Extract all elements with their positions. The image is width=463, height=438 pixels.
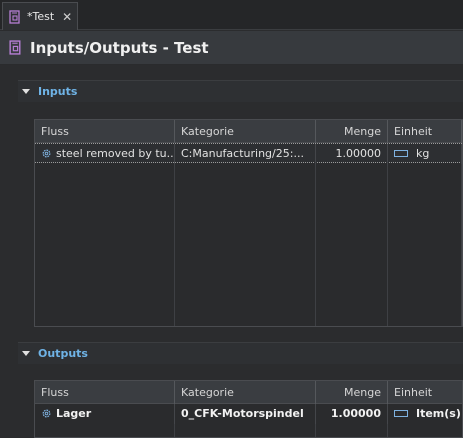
flow-cell[interactable]: Lager [35, 404, 175, 424]
column-header-fluss[interactable]: Fluss [35, 381, 175, 404]
table-row[interactable]: steel removed by tu... C:Manufacturing/2… [35, 143, 462, 164]
column-header-menge[interactable]: Menge [316, 120, 388, 143]
page-header: Inputs/Outputs - Test [0, 31, 463, 65]
process-icon [9, 40, 21, 55]
category-cell[interactable]: C:Manufacturing/25:... [175, 144, 316, 164]
ruler-icon [394, 410, 408, 417]
flow-name: Lager [56, 407, 92, 420]
unit-value: kg [416, 147, 430, 160]
process-icon [9, 9, 20, 24]
chevron-down-icon[interactable] [22, 351, 30, 356]
unit-value: Item(s) [416, 407, 461, 420]
flow-name: steel removed by tu... [56, 147, 175, 160]
column-header-fluss[interactable]: Fluss [35, 120, 175, 143]
section-outputs-title: Outputs [38, 347, 88, 360]
column-header-einheit[interactable]: Einheit [388, 381, 463, 404]
section-outputs-header[interactable]: Outputs [18, 342, 463, 364]
tab-test[interactable]: *Test ✕ [2, 2, 78, 30]
chevron-down-icon[interactable] [22, 89, 30, 94]
inputs-table[interactable]: Fluss Kategorie Menge Einheit steel remo… [34, 119, 463, 327]
unit-cell[interactable]: kg [388, 144, 462, 164]
category-cell[interactable]: 0_CFK-Motorspindel [175, 404, 316, 424]
page-title: Inputs/Outputs - Test [30, 38, 209, 57]
column-header-einheit[interactable]: Einheit [388, 120, 462, 143]
tab-label: *Test [27, 10, 55, 23]
flow-gear-icon [42, 409, 51, 418]
inputs-table-header: Fluss Kategorie Menge Einheit [35, 120, 462, 143]
section-inputs-header[interactable]: Inputs [18, 80, 463, 102]
outputs-table-header: Fluss Kategorie Menge Einheit [35, 381, 462, 404]
outputs-table[interactable]: Fluss Kategorie Menge Einheit Lager 0_CF… [34, 380, 463, 438]
table-row[interactable]: Lager 0_CFK-Motorspindel 1.00000 Item(s) [35, 404, 462, 424]
section-inputs-title: Inputs [38, 85, 78, 98]
amount-cell[interactable]: 1.00000 [316, 404, 388, 424]
close-icon[interactable]: ✕ [62, 11, 72, 23]
column-header-menge[interactable]: Menge [316, 381, 388, 404]
flow-cell[interactable]: steel removed by tu... [35, 144, 175, 164]
unit-cell[interactable]: Item(s) [388, 404, 463, 424]
form-body: Inputs Fluss Kategorie Menge Einheit ste… [0, 66, 463, 438]
amount-cell[interactable]: 1.00000 [316, 144, 388, 164]
flow-gear-icon [42, 149, 51, 158]
ruler-icon [394, 150, 408, 157]
column-header-kategorie[interactable]: Kategorie [175, 120, 316, 143]
editor-tab-bar: *Test ✕ [0, 0, 463, 30]
column-header-kategorie[interactable]: Kategorie [175, 381, 316, 404]
